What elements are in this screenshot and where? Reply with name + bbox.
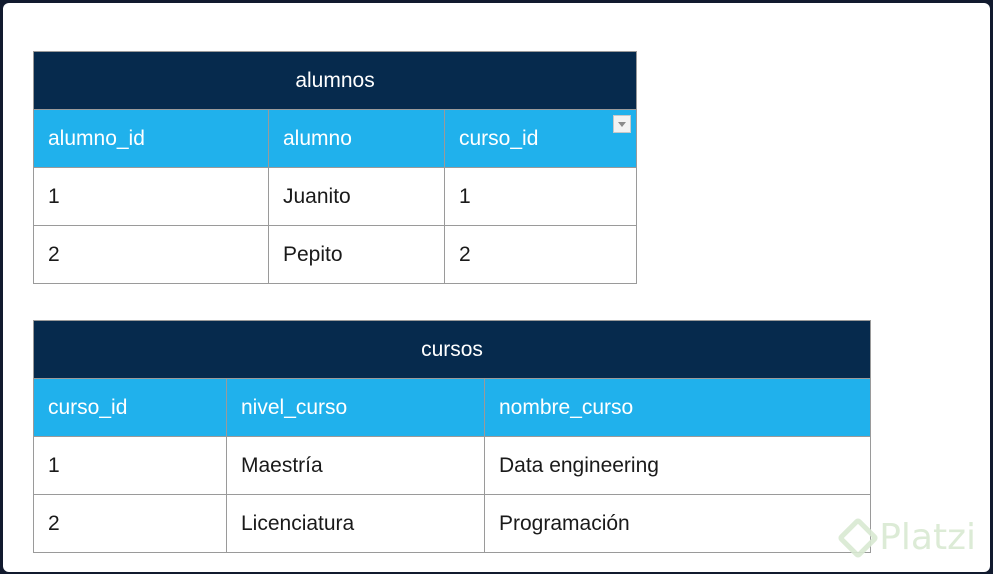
table-cell[interactable]: 1 [33,167,269,226]
platzi-watermark: Platzi [836,516,976,559]
column-header-label: curso_id [459,126,539,150]
slide-frame: alumnos alumno_id alumno curso_id 1 Juan… [3,3,990,572]
alumnos-table: alumnos alumno_id alumno curso_id 1 Juan… [32,51,638,284]
column-header[interactable]: alumno [268,109,445,168]
table-cell[interactable]: Data engineering [483,436,872,495]
table-title-row: alumnos [32,51,638,110]
table-row: 1 Maestría Data engineering [33,436,872,495]
column-header-curso-id[interactable]: curso_id [443,109,638,168]
table-cell[interactable]: 2 [443,225,638,284]
table-cell[interactable]: 1 [33,436,227,495]
column-header[interactable]: alumno_id [33,109,269,168]
table-cell[interactable]: Juanito [268,167,445,226]
watermark-text: Platzi [879,517,976,558]
column-header[interactable]: nombre_curso [483,378,872,437]
table-cell[interactable]: Maestría [226,436,485,495]
filter-dropdown-icon[interactable] [613,115,632,133]
table-row: 2 Pepito 2 [33,225,638,284]
table-row: 1 Juanito 1 [33,167,638,226]
table-header-row: alumno_id alumno curso_id [33,109,638,168]
table-cell[interactable]: 2 [33,494,227,553]
cursos-table: cursos curso_id nivel_curso nombre_curso… [32,320,872,553]
table-cell[interactable]: 1 [443,167,638,226]
table-row: 2 Licenciatura Programación [33,494,872,553]
column-header[interactable]: nivel_curso [226,378,485,437]
table-cell[interactable]: 2 [33,225,269,284]
platzi-logo-icon [836,516,880,559]
table-header-row: curso_id nivel_curso nombre_curso [33,378,872,437]
column-header[interactable]: curso_id [33,378,227,437]
table-cell[interactable]: Licenciatura [226,494,485,553]
table-cell[interactable]: Pepito [268,225,445,284]
table-cell[interactable]: Programación [483,494,872,553]
table-title: alumnos [32,51,638,110]
table-title-row: cursos [32,320,872,379]
table-title: cursos [32,320,872,379]
